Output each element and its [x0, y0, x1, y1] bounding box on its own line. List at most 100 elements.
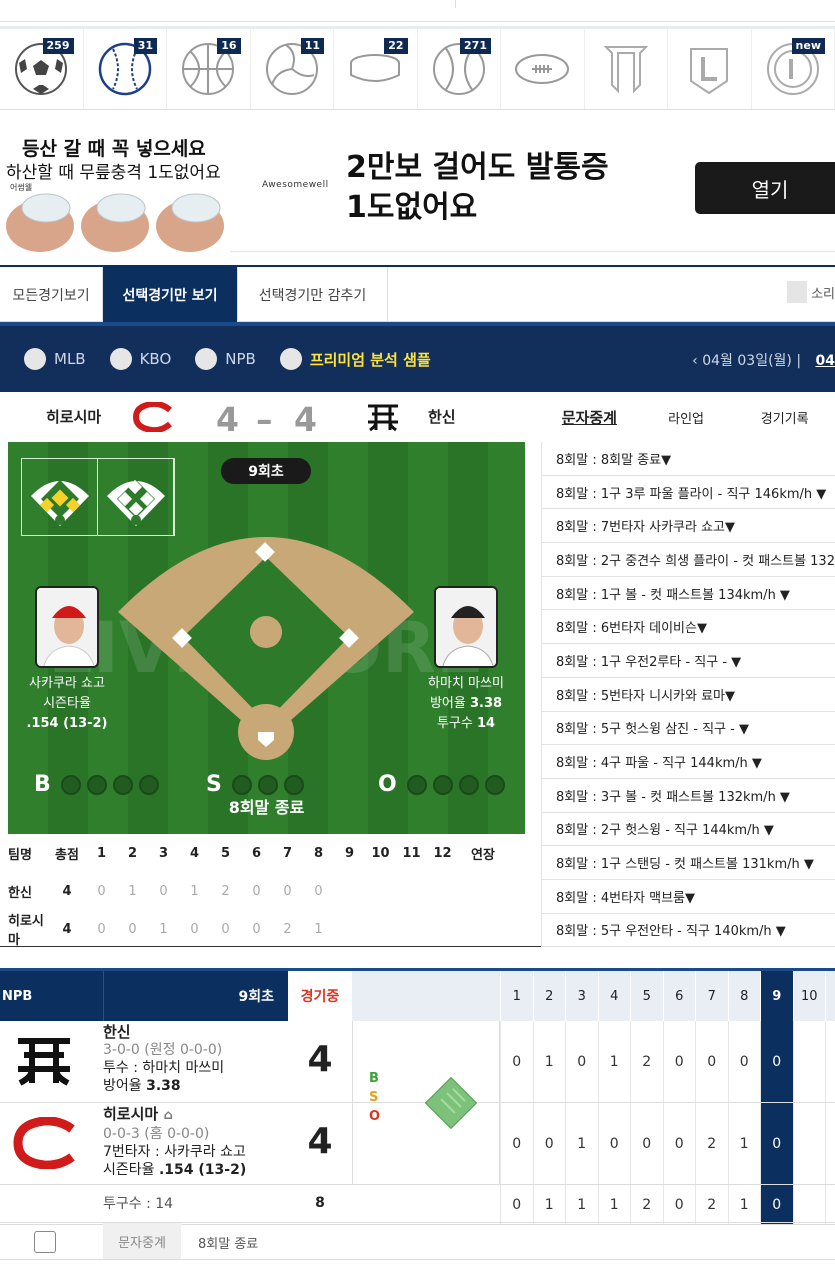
board-inning-cell: 1 — [597, 1185, 631, 1224]
line-score-cell: 0 — [128, 921, 137, 937]
lol-icon — [690, 48, 729, 95]
board-inning-header: 3 — [565, 971, 598, 1021]
select-game-checkbox[interactable] — [34, 1231, 56, 1253]
home-player: 7번타자 : 사카쿠라 쇼고 — [103, 1144, 246, 1160]
sport-football[interactable] — [501, 29, 585, 109]
hanshin-logo-icon — [368, 404, 398, 432]
board-inning: 9회초 — [103, 971, 288, 1021]
line-score-cell: 0 — [252, 921, 261, 937]
sport-tennis[interactable]: 271 — [418, 29, 501, 109]
event-item[interactable]: 8회말 : 5번타자 니시카와 료마▼ — [541, 677, 835, 712]
text-broadcast-link[interactable]: 문자중계 — [103, 1223, 181, 1259]
line-score-cell: 0 — [252, 883, 261, 899]
line-score-team: 한신 — [8, 885, 32, 901]
board-inning-cell: 0 — [565, 1021, 598, 1102]
tab-lineup[interactable]: 라인업 — [638, 408, 735, 427]
line-score-header-cell: 7 — [282, 845, 293, 861]
advertisement-banner[interactable]: 등산 갈 때 꼭 넣으세요 하산할 때 무릎충격 1도없어요 어썸웰 Aweso… — [0, 122, 835, 252]
game-status: 8회말 종료 — [228, 798, 305, 817]
sports-bar: 259 31 16 11 22 271 new — [0, 26, 835, 110]
mini-diamond-icon — [424, 1076, 478, 1130]
league-filter-bar: MLB KBO NPB 프리미엄 분석 샘플 ‹ 04월 03일(월) | 04 — [0, 322, 835, 392]
line-score-header-cell: 9 — [344, 845, 355, 861]
event-list: 8회말 : 8회말 종료▼ 8회말 : 1구 3루 파울 플라이 - 직구 146… — [541, 442, 835, 948]
board-inning-cell: 0 — [597, 1103, 631, 1184]
radio-mlb[interactable]: MLB — [24, 348, 86, 370]
board-inning-cell: 0 — [500, 1021, 533, 1102]
board-inning-cell: 0 — [500, 1103, 533, 1184]
radio-icon — [195, 348, 218, 370]
line-score-header-cell: 12 — [433, 845, 452, 861]
batter-name: 사카쿠라 쇼고 — [29, 676, 105, 691]
sport-soccer[interactable]: 259 — [0, 29, 84, 109]
date-navigator[interactable]: ‹ 04월 03일(월) | 04 — [692, 350, 835, 370]
pitch-count-label: 투구수 : 14 — [103, 1196, 174, 1212]
tab-all-games[interactable]: 모든경기보기 — [0, 267, 103, 322]
sport-baseball[interactable]: 31 — [84, 29, 167, 109]
away-team-name: 히로시마 — [46, 408, 102, 426]
away-total-score: 4 — [307, 1039, 333, 1080]
event-item[interactable]: 8회말 : 5구 헛스윙 삼진 - 직구 - ▼ — [541, 711, 835, 746]
tab-text-broadcast[interactable]: 문자중계 — [541, 407, 638, 428]
board-inning-cell: 2 — [695, 1185, 728, 1224]
event-item[interactable]: 8회말 : 6번타자 데이비슨▼ — [541, 610, 835, 645]
sport-lol[interactable] — [668, 29, 752, 109]
pitcher-card[interactable]: 하마치 마쓰미 방어율 3.38 투구수 14 — [420, 586, 512, 734]
board-inning-cell — [825, 1103, 835, 1184]
batter-stat: .154 (13-2) — [26, 716, 108, 731]
pitcher-pitch-count: 투구수 14 — [436, 716, 496, 731]
line-score-row: 한신 4 0 1 0 1 2 0 0 0 — [8, 872, 525, 910]
ad-product-image — [0, 193, 230, 252]
line-score-cell: 1 — [314, 921, 323, 937]
event-item[interactable]: 8회말 : 1구 볼 - 컷 패스트볼 134km/h ▼ — [541, 576, 835, 611]
score-header: 히로시마 4 – 4 한신 — [8, 392, 525, 442]
event-item[interactable]: 8회말 : 4구 파울 - 직구 144km/h ▼ — [541, 745, 835, 779]
sport-basketball[interactable]: 16 — [167, 29, 251, 109]
sound-toggle[interactable]: 소리 — [787, 281, 835, 303]
ad-open-button[interactable]: 열기 — [695, 162, 835, 214]
ad-brand: Awesomewell — [262, 180, 329, 190]
sport-volleyball[interactable]: 11 — [251, 29, 334, 109]
tab-hide-selected[interactable]: 선택경기만 감추기 — [238, 267, 388, 322]
board-mini-field: BSO — [352, 1021, 500, 1185]
board-row-pitches: 투구수 : 14 8 011120210 — [0, 1185, 835, 1225]
event-item[interactable]: 8회말 : 7번타자 사카쿠라 쇼고▼ — [541, 509, 835, 544]
event-item[interactable]: 8회말 : 1구 우전2루타 - 직구 - ▼ — [541, 644, 835, 678]
board-league: NPB — [0, 971, 103, 1021]
line-score-team: 히로시마 — [8, 914, 44, 948]
event-item[interactable]: 8회말 : 1구 3루 파울 플라이 - 직구 146km/h ▼ — [541, 475, 835, 510]
board-inning-cell: 1 — [532, 1185, 566, 1224]
line-score-cell: 0 — [314, 883, 323, 899]
event-item[interactable]: 8회말 : 8회말 종료▼ — [541, 442, 835, 476]
batter-stat-label: 시즌타율 — [43, 696, 91, 711]
board-inning-cell: 1 — [565, 1185, 598, 1224]
tab-selected-only[interactable]: 선택경기만 보기 — [103, 267, 238, 322]
sport-coin[interactable]: new — [752, 29, 835, 109]
event-item[interactable]: 8회말 : 1구 스탠딩 - 컷 패스트볼 131km/h ▼ — [541, 846, 835, 880]
sport-hockey[interactable]: 22 — [334, 29, 418, 109]
radio-icon — [24, 348, 46, 370]
radio-npb[interactable]: NPB — [195, 348, 256, 370]
batter-card[interactable]: 사카쿠라 쇼고 시즌타율 .154 (13-2) — [22, 586, 112, 734]
event-item[interactable]: 8회말 : 3구 볼 - 컷 패스트볼 132km/h ▼ — [541, 778, 835, 813]
event-item[interactable]: 8회말 : 5구 우전안타 - 직구 140km/h ▼ — [541, 913, 835, 948]
board-footer: 문자중계 8회말 종료 — [0, 1222, 835, 1260]
line-score-cell: 2 — [283, 921, 292, 937]
board-inning-cell — [825, 1021, 835, 1102]
radio-premium-sample[interactable]: 프리미엄 분석 샘플 — [279, 348, 431, 370]
chevron-left-icon[interactable]: ‹ — [692, 353, 702, 369]
runner-diagram-left — [22, 459, 98, 535]
sport-esports[interactable] — [585, 29, 668, 109]
filter-tabs: 모든경기보기 선택경기만 보기 선택경기만 감추기 소리 — [0, 265, 835, 322]
game-score-board: NPB 9회초 경기중 123456789101 한신 3-0-0 (원정 0-… — [0, 968, 835, 1258]
game-detail-panel: 히로시마 4 – 4 한신 LIVESCORE 9회초 사카쿠라 쇼고 시즌타율 — [0, 392, 835, 948]
runner-diagrams — [21, 458, 175, 536]
event-item[interactable]: 8회말 : 2구 헛스윙 - 직구 144km/h ▼ — [541, 812, 835, 847]
radio-kbo[interactable]: KBO — [109, 348, 171, 370]
pitcher-name: 하마치 마쓰미 — [428, 676, 504, 691]
board-header: NPB 9회초 경기중 123456789101 — [0, 971, 835, 1021]
board-inning-cell — [792, 1185, 826, 1224]
event-item[interactable]: 8회말 : 4번타자 맥브룸▼ — [541, 879, 835, 914]
event-item[interactable]: 8회말 : 2구 중견수 희생 플라이 - 컷 패스트볼 132 — [541, 543, 835, 577]
tab-game-record[interactable]: 경기기록 — [734, 408, 835, 427]
